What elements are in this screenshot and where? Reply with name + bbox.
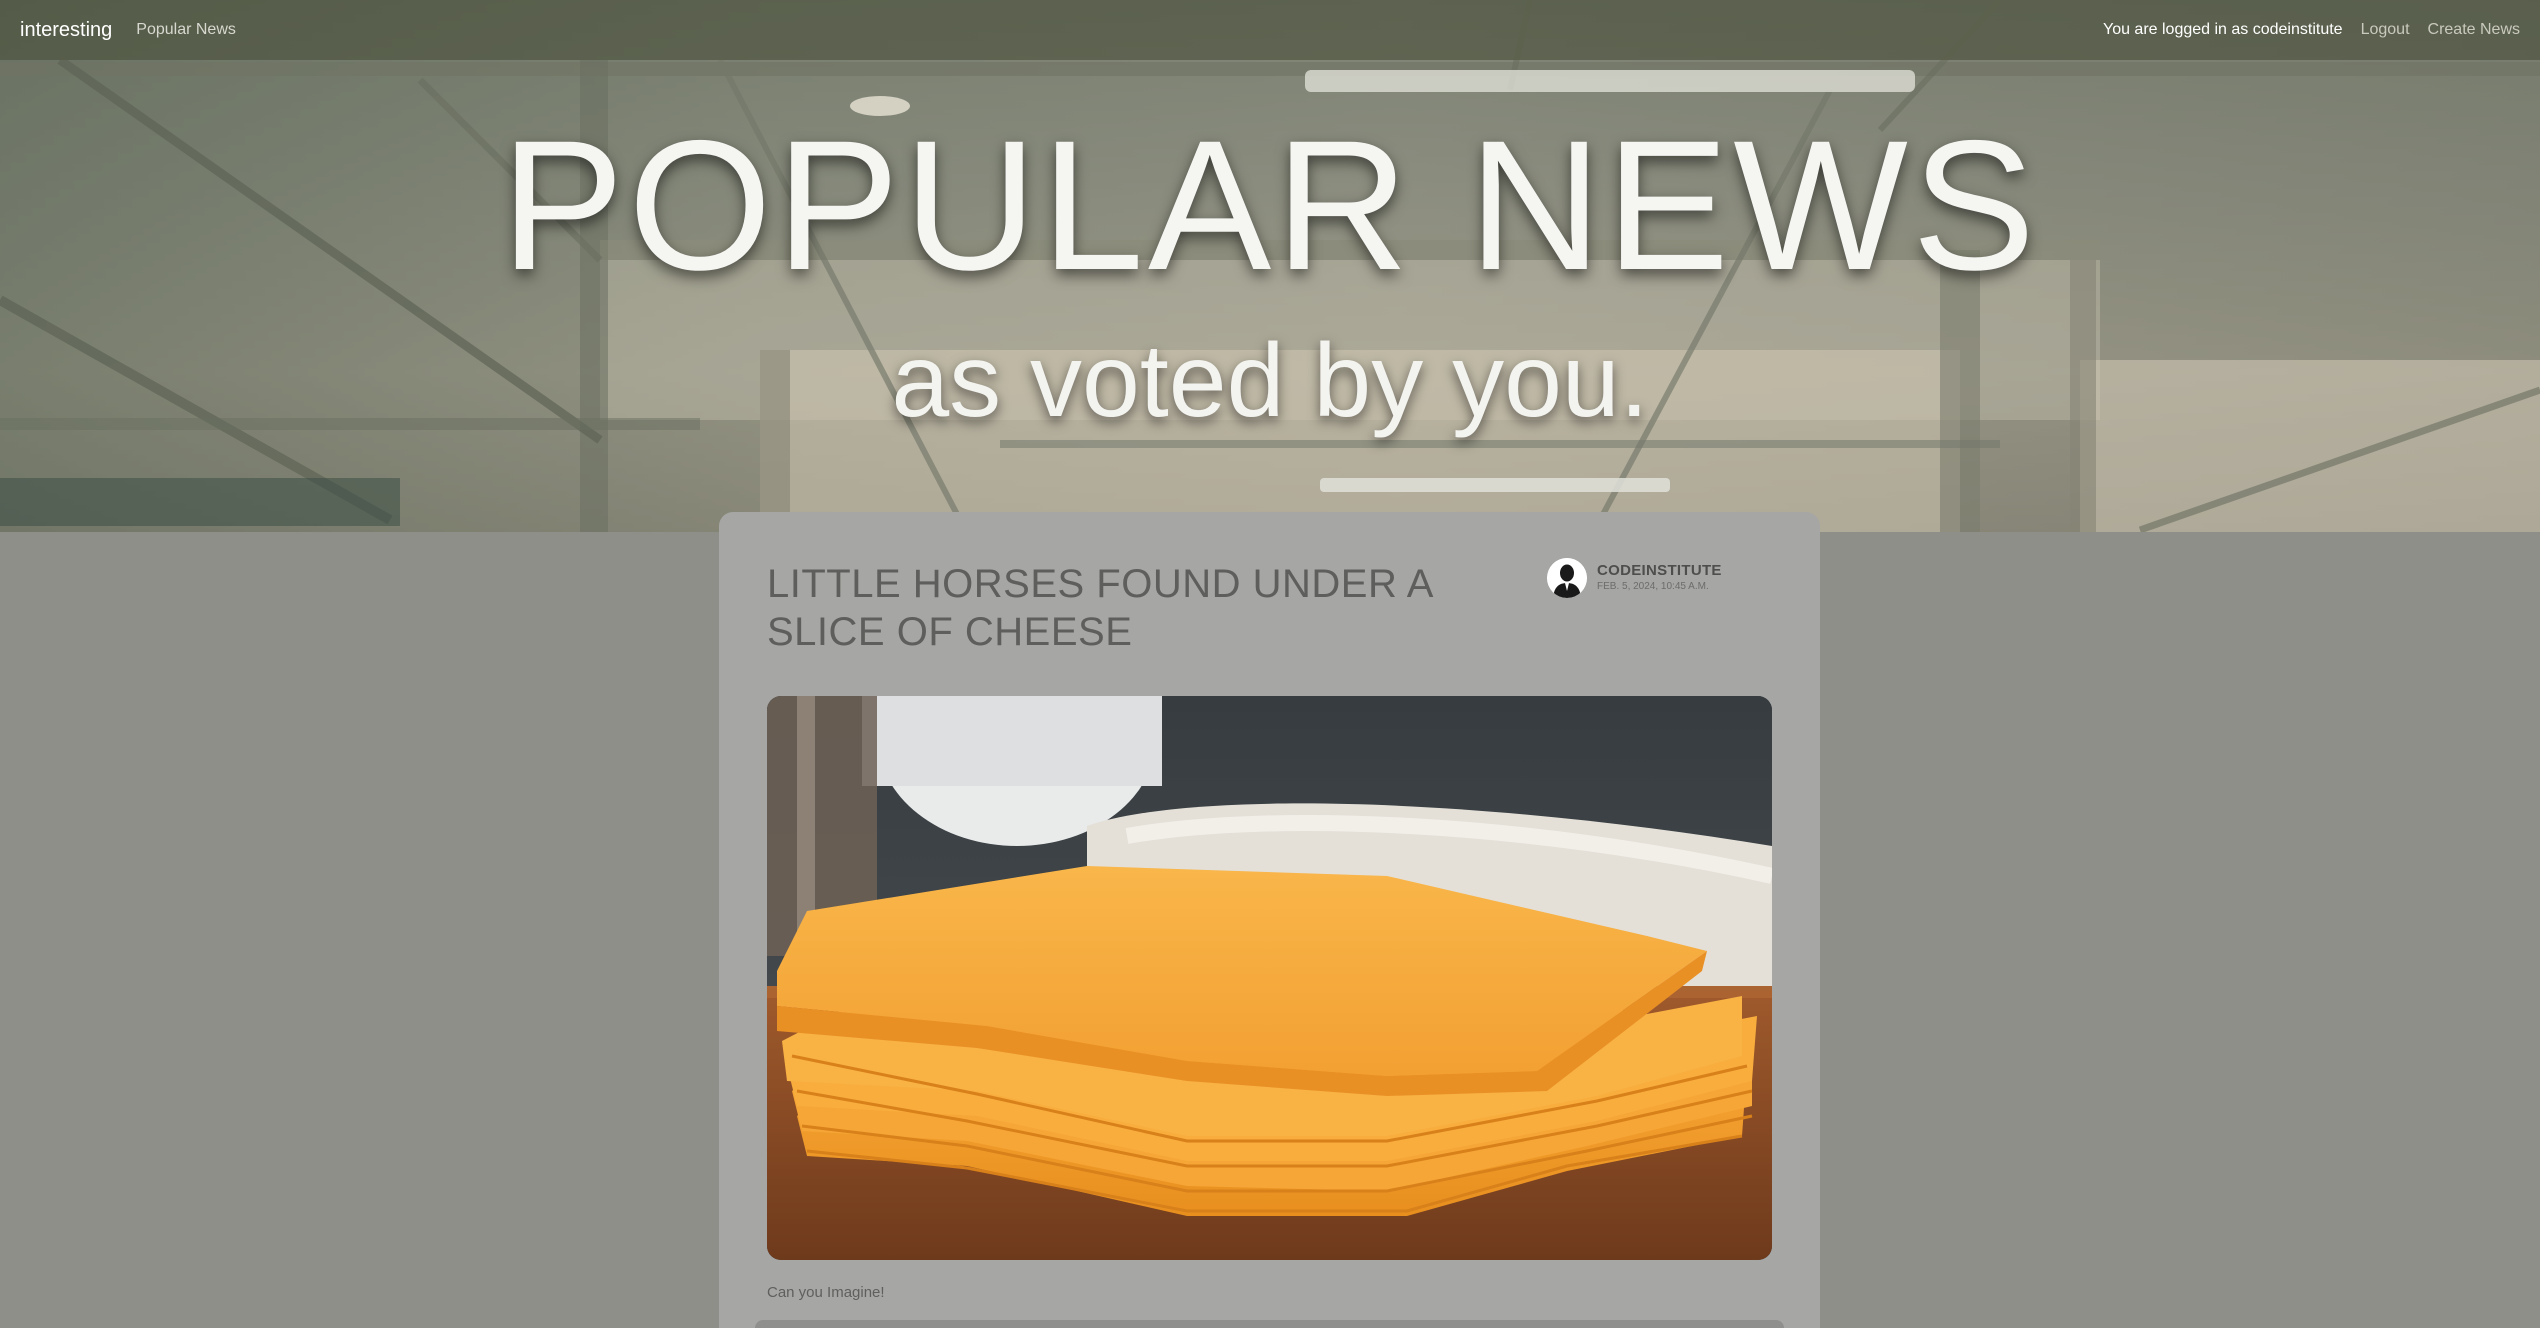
- cheese-slices-photo: [767, 696, 1772, 1260]
- hero-banner: POPULAR NEWS as voted by you.: [0, 0, 2540, 532]
- author-name: CODEINSTITUTE: [1597, 562, 1722, 579]
- nav-popular-news-link[interactable]: Popular News: [136, 21, 236, 39]
- hero-subtitle: as voted by you.: [891, 323, 1649, 439]
- post-caption: Can you Imagine!: [767, 1284, 885, 1301]
- page: POPULAR NEWS as voted by you. interestin…: [0, 0, 2540, 1328]
- post-author: CODEINSTITUTE FEB. 5, 2024, 10:45 A.M.: [1547, 558, 1722, 598]
- card-footer-bar: [755, 1320, 1784, 1328]
- logout-link[interactable]: Logout: [2361, 21, 2410, 39]
- top-navbar: interesting Popular News You are logged …: [0, 0, 2540, 60]
- logged-in-status: You are logged in as codeinstitute: [2102, 21, 2343, 38]
- post-image: [767, 696, 1772, 1260]
- nav-user-area: You are logged in as codeinstitute Logou…: [2103, 21, 2520, 39]
- post-date: FEB. 5, 2024, 10:45 A.M.: [1597, 581, 1709, 592]
- brand-logo-link[interactable]: interesting: [20, 19, 112, 42]
- create-news-link[interactable]: Create News: [2428, 21, 2520, 39]
- hero-title: POPULAR NEWS: [500, 103, 2040, 309]
- news-card: LITTLE HORSES FOUND UNDER A SLICE OF CHE…: [719, 512, 1820, 1328]
- avatar: [1547, 558, 1587, 598]
- person-silhouette-icon: [1547, 558, 1587, 598]
- post-title[interactable]: LITTLE HORSES FOUND UNDER A SLICE OF CHE…: [767, 560, 1487, 656]
